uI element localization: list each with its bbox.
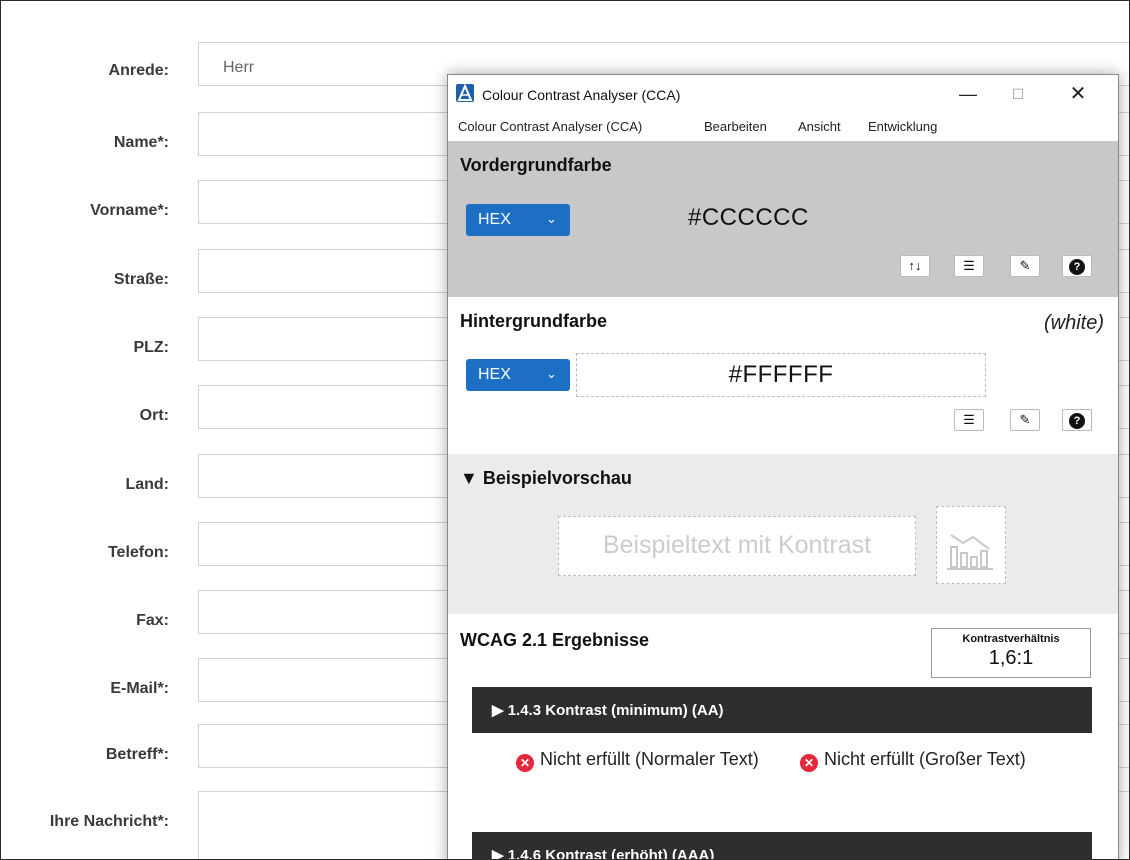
- app-logo-icon: [456, 84, 474, 102]
- window-title: Colour Contrast Analyser (CCA): [482, 87, 681, 103]
- preview-section: ▼ Beispielvorschau Beispieltext mit Kont…: [448, 454, 1118, 614]
- result-large-text: ✕ Nicht erfüllt (Großer Text): [800, 748, 1100, 772]
- eyedropper-icon: ✎: [1019, 258, 1031, 273]
- foreground-section: Vordergrundfarbe HEX ⌄ #CCCCCC ↑↓ ☰ ✎ ?: [448, 141, 1118, 297]
- form-label: E-Mail*:: [110, 680, 169, 697]
- form-label: Ort:: [139, 407, 169, 424]
- form-label: Fax:: [136, 612, 169, 629]
- foreground-title: Vordergrundfarbe: [460, 155, 612, 175]
- foreground-sliders-button[interactable]: ☰: [954, 255, 984, 277]
- menu-entwicklung[interactable]: Entwicklung: [868, 119, 937, 134]
- help-icon: ?: [1069, 413, 1085, 429]
- result-normal-text: ✕ Nicht erfüllt (Normaler Text): [516, 748, 786, 772]
- background-section: Hintergrundfarbe (white) HEX ⌄ #FFFFFF ☰…: [448, 297, 1118, 454]
- form-label: Straße:: [113, 271, 169, 288]
- result-normal-label: Nicht erfüllt (Normaler Text): [540, 749, 759, 769]
- swap-icon: ↑↓: [908, 258, 922, 273]
- foreground-help-button[interactable]: ?: [1062, 255, 1092, 277]
- form-label: Name*:: [113, 134, 169, 151]
- preview-sample-text: Beispieltext mit Kontrast: [558, 516, 916, 576]
- eyedropper-icon: ✎: [1019, 412, 1031, 427]
- form-label: Telefon:: [107, 544, 169, 561]
- background-sliders-button[interactable]: ☰: [954, 409, 984, 431]
- close-button[interactable]: ✕: [1058, 81, 1098, 107]
- fail-icon: ✕: [516, 754, 534, 772]
- minimize-button[interactable]: —: [948, 81, 988, 107]
- screenshot-frame: Anrede: Herr Name*: Vorname*: Straße: PL…: [0, 0, 1130, 860]
- form-label: PLZ:: [133, 339, 169, 356]
- results-section: WCAG 2.1 Ergebnisse Kontrastverhältnis 1…: [448, 614, 1118, 859]
- sliders-icon: ☰: [963, 258, 975, 273]
- form-label: Land:: [125, 476, 169, 493]
- foreground-hex-input[interactable]: #CCCCCC: [688, 204, 809, 232]
- form-label: Anrede:: [108, 62, 169, 79]
- chevron-down-icon: ⌄: [546, 366, 557, 381]
- background-help-button[interactable]: ?: [1062, 409, 1092, 431]
- menu-cca[interactable]: Colour Contrast Analyser (CCA): [458, 119, 642, 134]
- form-label: Vorname*:: [90, 202, 169, 219]
- result-large-label: Nicht erfüllt (Großer Text): [824, 749, 1026, 769]
- menu-bearbeiten[interactable]: Bearbeiten: [704, 119, 767, 134]
- foreground-format-select[interactable]: HEX ⌄: [466, 204, 570, 236]
- chevron-down-icon: ⌄: [546, 211, 557, 226]
- background-title: Hintergrundfarbe: [460, 311, 608, 331]
- swap-colors-button[interactable]: ↑↓: [900, 255, 930, 277]
- help-icon: ?: [1069, 259, 1085, 275]
- background-hex-input[interactable]: #FFFFFF: [576, 353, 986, 397]
- contrast-ratio-box: Kontrastverhältnis 1,6:1: [931, 628, 1091, 678]
- menu-bar: Colour Contrast Analyser (CCA) Bearbeite…: [448, 113, 1118, 141]
- results-title: WCAG 2.1 Ergebnisse: [460, 630, 650, 650]
- foreground-eyedropper-button[interactable]: ✎: [1010, 255, 1040, 277]
- maximize-button[interactable]: ☐: [998, 81, 1038, 107]
- format-label: HEX: [478, 366, 511, 383]
- background-color-name: (white): [1043, 312, 1104, 334]
- cca-window: Colour Contrast Analyser (CCA) — ☐ ✕ Col…: [447, 74, 1119, 859]
- preview-toggle[interactable]: ▼ Beispielvorschau: [460, 468, 632, 489]
- criterion-1-4-3[interactable]: ▶ 1.4.3 Kontrast (minimum) (AA): [472, 687, 1092, 733]
- background-eyedropper-button[interactable]: ✎: [1010, 409, 1040, 431]
- preview-chart-icon: [936, 506, 1006, 584]
- criterion-1-4-6[interactable]: ▶ 1.4.6 Kontrast (erhöht) (AAA): [472, 832, 1092, 859]
- title-bar[interactable]: Colour Contrast Analyser (CCA) — ☐ ✕: [448, 75, 1118, 113]
- fail-icon: ✕: [800, 754, 818, 772]
- form-label: Betreff*:: [105, 746, 169, 763]
- sliders-icon: ☰: [963, 412, 975, 427]
- ratio-label: Kontrastverhältnis: [962, 633, 1060, 645]
- ratio-value: 1,6:1: [988, 647, 1034, 669]
- menu-ansicht[interactable]: Ansicht: [798, 119, 841, 134]
- format-label: HEX: [478, 211, 511, 228]
- background-format-select[interactable]: HEX ⌄: [466, 359, 570, 391]
- form-label: Ihre Nachricht*:: [49, 813, 169, 830]
